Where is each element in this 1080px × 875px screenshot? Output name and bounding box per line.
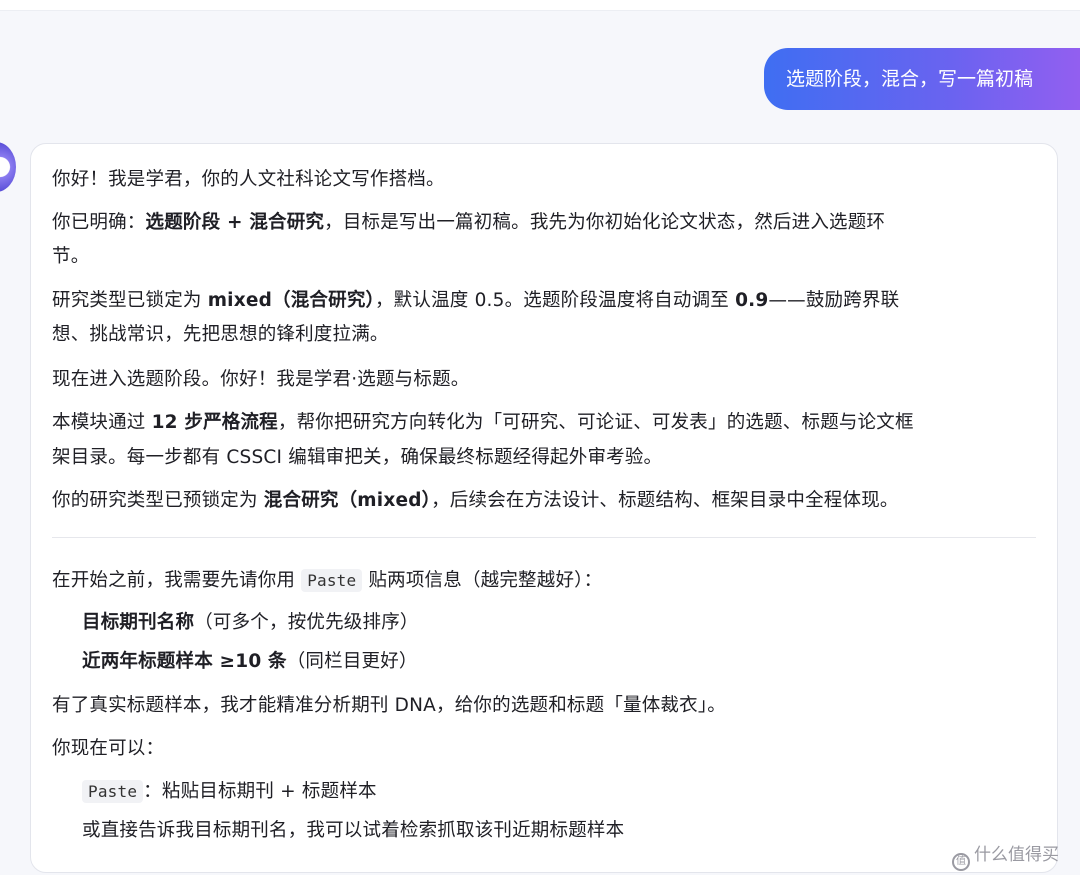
confirm-continuation: 节。 — [52, 246, 90, 267]
preset-type: 混合研究（mixed） — [263, 490, 432, 511]
paste-code: Paste — [82, 780, 144, 803]
type-middle: ，默认温度 0.5。选题阶段温度将自动调至 — [374, 290, 736, 311]
confirm-stage: 选题阶段 — [145, 212, 221, 233]
reply-paragraph-greeting: 你好！我是学君，你的人文社科论文写作搭档。 — [52, 165, 445, 191]
type-mixed: mixed（混合研究） — [207, 290, 375, 311]
reply-paragraph-type-locked: 研究类型已锁定为 mixed（混合研究），默认温度 0.5。选题阶段温度将自动调… — [52, 286, 899, 312]
option-item-paste: Paste ：粘贴目标期刊 + 标题样本 — [82, 777, 377, 803]
user-message-bubble: 选题阶段，混合，写一篇初稿 — [764, 48, 1080, 110]
reply-paragraph-module: 本模块通过 12 步严格流程，帮你把研究方向转化为「可研究、可论证、可发表」的选… — [52, 408, 914, 434]
list-item: 目标期刊名称（可多个，按优先级排序） — [82, 608, 419, 634]
module-prefix: 本模块通过 — [52, 412, 152, 433]
type-suffix: ——鼓励跨界联 — [768, 290, 900, 311]
reply-paragraph-confirm: 你已明确：选题阶段 + 混合研究，目标是写出一篇初稿。我先为你初始化论文状态，然… — [52, 208, 885, 234]
type-prefix: 研究类型已锁定为 — [52, 290, 208, 311]
reply-paragraph-module-cont: 架目录。每一步都有 CSSCI 编辑审把关，确保最终标题经得起外审考验。 — [52, 443, 662, 469]
confirm-type: 混合研究 — [249, 212, 325, 233]
watermark: 值什么值得买 — [952, 840, 1059, 871]
preset-prefix: 你的研究类型已预锁定为 — [52, 490, 264, 511]
request-prefix: 在开始之前，我需要先请你用 — [52, 570, 302, 591]
module-suffix: ，帮你把研究方向转化为「可研究、可论证、可发表」的选题、标题与论文框 — [277, 412, 914, 433]
reply-paragraph-confirm-cont: 节。 — [52, 242, 89, 268]
type-continuation: 想、挑战常识，先把思想的锋利度拉满。 — [52, 324, 389, 345]
assistant-avatar — [0, 142, 16, 192]
module-steps: 12 步严格流程 — [151, 412, 278, 433]
option-paste-text: ：粘贴目标期刊 + 标题样本 — [143, 781, 377, 802]
reply-paragraph-type-cont: 想、挑战常识，先把思想的锋利度拉满。 — [52, 320, 389, 346]
reply-paragraph-options: 你现在可以： — [52, 734, 164, 760]
module-continuation: 架目录。每一步都有 CSSCI 编辑审把关，确保最终标题经得起外审考验。 — [52, 447, 663, 468]
item-title-samples: 近两年标题样本 ≥10 条 — [82, 651, 287, 672]
preset-suffix: ，后续会在方法设计、标题结构、框架目录中全程体现。 — [431, 490, 899, 511]
item-journal-name: 目标期刊名称 — [82, 612, 195, 633]
top-bar — [0, 0, 1080, 11]
confirm-plus: + — [220, 212, 250, 233]
dna-text: 有了真实标题样本，我才能精准分析期刊 DNA，给你的选题和标题「量体裁衣」。 — [52, 695, 726, 716]
reply-paragraph-request: 在开始之前，我需要先请你用 Paste 贴两项信息（越完整越好）： — [52, 566, 602, 592]
list-item: 近两年标题样本 ≥10 条（同栏目更好） — [82, 647, 418, 673]
confirm-suffix: ，目标是写出一篇初稿。我先为你初始化论文状态，然后进入选题环 — [324, 212, 886, 233]
zhi-icon: 值 — [952, 853, 970, 871]
greeting-text: 你好！我是学君，你的人文社科论文写作搭档。 — [52, 169, 445, 190]
item-samples-note: （同栏目更好） — [286, 651, 418, 672]
watermark-text: 什么值得买 — [974, 845, 1059, 865]
request-suffix: 贴两项信息（越完整越好）： — [362, 570, 603, 591]
enter-stage-text: 现在进入选题阶段。你好！我是学君·选题与标题。 — [52, 369, 470, 390]
item-journal-note: （可多个，按优先级排序） — [194, 612, 419, 633]
divider — [52, 537, 1036, 538]
reply-paragraph-dna: 有了真实标题样本，我才能精准分析期刊 DNA，给你的选题和标题「量体裁衣」。 — [52, 691, 726, 717]
paste-code: Paste — [301, 569, 363, 592]
user-message-text: 选题阶段，混合，写一篇初稿 — [786, 68, 1034, 90]
reply-paragraph-enter-stage: 现在进入选题阶段。你好！我是学君·选题与标题。 — [52, 365, 469, 391]
option-search-text: 或直接告诉我目标期刊名，我可以试着检索抓取该刊近期标题样本 — [82, 820, 625, 841]
options-heading: 你现在可以： — [52, 738, 165, 759]
reply-paragraph-preset: 你的研究类型已预锁定为 混合研究（mixed），后续会在方法设计、标题结构、框架… — [52, 486, 899, 512]
option-item-search: 或直接告诉我目标期刊名，我可以试着检索抓取该刊近期标题样本 — [82, 816, 624, 842]
confirm-prefix: 你已明确： — [52, 212, 146, 233]
temperature-value: 0.9 — [735, 290, 769, 311]
